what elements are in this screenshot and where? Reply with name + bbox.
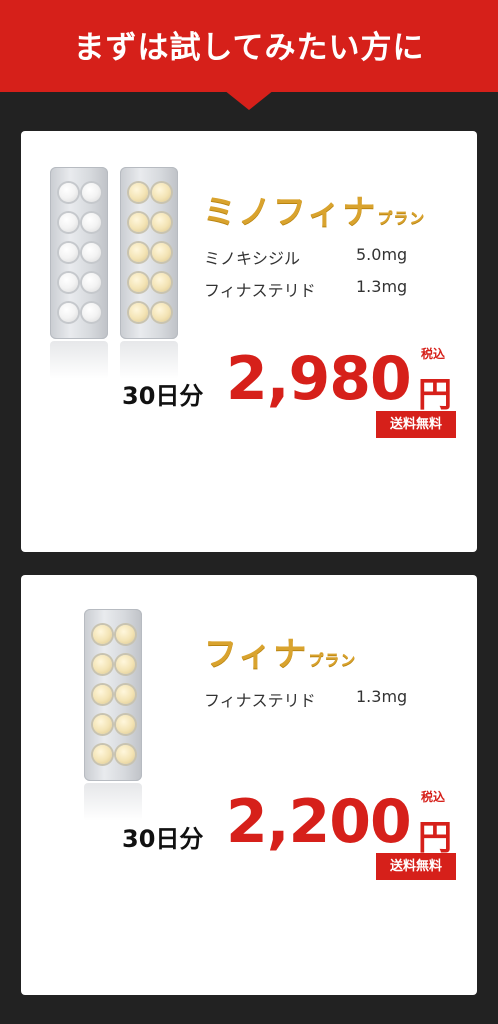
plan-name-text: ミノフィナ	[203, 192, 378, 231]
ingredient-dose: 1.3mg	[356, 687, 408, 706]
blister-pack-yellow-image	[84, 609, 142, 781]
blister-pack-yellow-image	[120, 167, 178, 339]
price-value: 2,200	[226, 787, 412, 857]
tax-included-label: 税込	[421, 347, 446, 361]
currency-yen: 円	[418, 375, 452, 415]
supply-days: 30日分	[122, 825, 204, 853]
free-shipping-badge: 送料無料	[376, 853, 456, 880]
plan-card-minofina[interactable]: ミノフィナプラン ミノキシジル 5.0mg フィナステリド 1.3mg 税込 3…	[21, 131, 477, 552]
ingredient-name: ミノキシジル	[204, 249, 301, 268]
plan-name-text: フィナ	[204, 634, 309, 673]
plan-suffix: プラン	[377, 209, 426, 227]
blister-reflection	[84, 783, 142, 821]
ingredient-dose: 5.0mg	[356, 245, 408, 264]
page-title: まずは試してみたい方に	[73, 30, 425, 66]
tax-included-label: 税込	[421, 790, 446, 804]
blister-reflection	[120, 341, 178, 379]
free-shipping-badge: 送料無料	[376, 411, 456, 438]
blister-pack-white-image	[50, 167, 108, 339]
currency-yen: 円	[418, 818, 452, 858]
ingredient-row: フィナステリド 1.3mg	[204, 277, 407, 301]
blister-reflection	[50, 341, 108, 379]
price-value: 2,980	[226, 344, 412, 414]
plan-name: ミノフィナプラン	[203, 185, 425, 233]
plan-card-fina[interactable]: フィナプラン フィナステリド 1.3mg 税込 30日分 2,200 円 送料無…	[21, 575, 477, 995]
ingredient-dose: 1.3mg	[356, 277, 408, 296]
ingredient-row: ミノキシジル 5.0mg	[204, 245, 407, 269]
supply-days: 30日分	[122, 382, 204, 410]
ingredient-name: フィナステリド	[204, 281, 316, 300]
plan-suffix: プラン	[308, 651, 357, 669]
plan-name: フィナプラン	[204, 627, 356, 675]
ingredient-row: フィナステリド 1.3mg	[204, 687, 407, 711]
ingredient-name: フィナステリド	[204, 691, 316, 710]
banner-arrow	[224, 90, 274, 110]
